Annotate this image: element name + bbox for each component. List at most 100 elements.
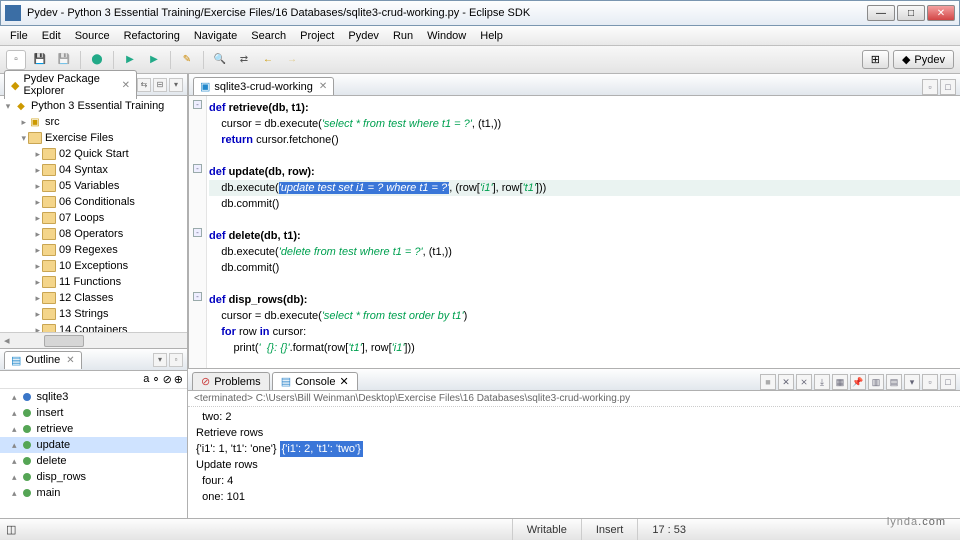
tree-item[interactable]: ▸06 Conditionals: [0, 194, 187, 210]
filter-icon[interactable]: ⚬: [151, 373, 160, 386]
debug-button[interactable]: ⬤: [87, 50, 107, 70]
menu-source[interactable]: Source: [69, 28, 116, 44]
fold-icon[interactable]: -: [193, 100, 202, 109]
view-menu-icon[interactable]: ▾: [169, 78, 183, 92]
outline-item[interactable]: ▴insert: [0, 405, 187, 421]
console-new-icon[interactable]: ▾: [904, 374, 920, 390]
tree-item[interactable]: ▸13 Strings: [0, 306, 187, 322]
run-last-button[interactable]: ▶: [144, 50, 164, 70]
window-title: Pydev - Python 3 Essential Training/Exer…: [27, 7, 530, 19]
wand-button[interactable]: ✎: [177, 50, 197, 70]
tree-item[interactable]: ▸08 Operators: [0, 226, 187, 242]
close-icon[interactable]: ✕: [319, 81, 327, 92]
problems-tab-label: Problems: [214, 376, 260, 388]
outline-min-icon[interactable]: ▫: [169, 353, 183, 367]
horizontal-scrollbar[interactable]: ◂: [0, 332, 187, 348]
problems-tab[interactable]: ⊘Problems: [192, 372, 270, 390]
console-stop-icon[interactable]: ■: [760, 374, 776, 390]
package-explorer-tab[interactable]: ◆ Pydev Package Explorer ✕: [4, 70, 137, 99]
menu-refactoring[interactable]: Refactoring: [118, 28, 186, 44]
fold-icon[interactable]: -: [193, 164, 202, 173]
nav-button[interactable]: ⇄: [234, 50, 254, 70]
close-icon[interactable]: ✕: [66, 355, 74, 366]
outline-menu-icon[interactable]: ▾: [153, 353, 167, 367]
console-tab[interactable]: ▤Console✕: [272, 372, 358, 390]
console-process-label: <terminated> C:\Users\Bill Weinman\Deskt…: [188, 391, 960, 407]
tree-item[interactable]: ▸12 Classes: [0, 290, 187, 306]
new-button[interactable]: ▫: [6, 50, 26, 70]
forward-button[interactable]: →: [282, 50, 302, 70]
collapse-all-icon[interactable]: ⇆: [137, 78, 151, 92]
link-editor-icon[interactable]: ⊟: [153, 78, 167, 92]
tree-item[interactable]: ▸10 Exceptions: [0, 258, 187, 274]
editor-max-icon[interactable]: □: [940, 79, 956, 95]
menu-file[interactable]: File: [4, 28, 34, 44]
editor-tab[interactable]: ▣ sqlite3-crud-working ✕: [193, 77, 334, 95]
menubar: File Edit Source Refactoring Navigate Se…: [0, 26, 960, 46]
run-button[interactable]: ▶: [120, 50, 140, 70]
pydev-perspective[interactable]: ◆ Pydev: [893, 50, 954, 69]
tree-item[interactable]: ▸▣src: [0, 114, 187, 130]
fold-icon[interactable]: -: [193, 228, 202, 237]
outline-list[interactable]: ▴sqlite3▴insert▴retrieve▴update▴delete▴d…: [0, 389, 187, 501]
expand-icon[interactable]: ⊕: [174, 373, 183, 386]
outline-item[interactable]: ▴disp_rows: [0, 469, 187, 485]
package-explorer-tree[interactable]: ▾◆Python 3 Essential Training▸▣src▾Exerc…: [0, 96, 187, 332]
outline-item[interactable]: ▴retrieve: [0, 421, 187, 437]
outline-item[interactable]: ▴delete: [0, 453, 187, 469]
menu-window[interactable]: Window: [421, 28, 472, 44]
fold-icon[interactable]: -: [193, 292, 202, 301]
tree-item[interactable]: ▸05 Variables: [0, 178, 187, 194]
search-button[interactable]: 🔍: [210, 50, 230, 70]
maximize-button[interactable]: □: [897, 5, 925, 21]
menu-edit[interactable]: Edit: [36, 28, 67, 44]
console-tab-label: Console: [295, 376, 335, 388]
tree-item[interactable]: ▸09 Regexes: [0, 242, 187, 258]
menu-search[interactable]: Search: [245, 28, 292, 44]
console-pin-icon[interactable]: 📌: [850, 374, 866, 390]
editor-min-icon[interactable]: ▫: [922, 79, 938, 95]
console-remove-icon[interactable]: ✕: [778, 374, 794, 390]
back-button[interactable]: ←: [258, 50, 278, 70]
bottom-tabbar: ⊘Problems ▤Console✕ ■ ✕ ⨯ ⤓ ▦ 📌 ▥ ▤ ▾ ▫ …: [188, 369, 960, 391]
console-output[interactable]: two: 2 Retrieve rows {'i1': 1, 't1': 'on…: [188, 407, 960, 518]
close-button[interactable]: ✕: [927, 5, 955, 21]
tree-item[interactable]: ▸04 Syntax: [0, 162, 187, 178]
window-titlebar: Pydev - Python 3 Essential Training/Exer…: [0, 0, 960, 26]
menu-pydev[interactable]: Pydev: [342, 28, 385, 44]
sort-icon[interactable]: a: [143, 373, 149, 386]
perspective-label: Pydev: [914, 54, 945, 66]
hide-icon[interactable]: ⊘: [163, 373, 172, 386]
menu-help[interactable]: Help: [474, 28, 509, 44]
tree-item[interactable]: ▸14 Containers: [0, 322, 187, 332]
open-perspective-button[interactable]: ⊞: [862, 50, 889, 69]
save-all-button[interactable]: 💾: [54, 50, 74, 70]
outline-item[interactable]: ▴update: [0, 437, 187, 453]
outline-tab[interactable]: ▤ Outline ✕: [4, 351, 82, 369]
console-removeall-icon[interactable]: ⨯: [796, 374, 812, 390]
console-max-icon[interactable]: □: [940, 374, 956, 390]
save-button[interactable]: 💾: [30, 50, 50, 70]
console-scroll-icon[interactable]: ⤓: [814, 374, 830, 390]
console-open-icon[interactable]: ▤: [886, 374, 902, 390]
tree-item[interactable]: ▸07 Loops: [0, 210, 187, 226]
console-min-icon[interactable]: ▫: [922, 374, 938, 390]
outline-item[interactable]: ▴main: [0, 485, 187, 501]
console-display-icon[interactable]: ▥: [868, 374, 884, 390]
status-writable: Writable: [512, 519, 581, 540]
minimize-button[interactable]: —: [867, 5, 895, 21]
outline-item[interactable]: ▴sqlite3: [0, 389, 187, 405]
close-icon[interactable]: ✕: [122, 80, 130, 91]
console-clear-icon[interactable]: ▦: [832, 374, 848, 390]
code-editor[interactable]: - - - - def retrieve(db, t1): cursor = d…: [189, 96, 960, 368]
tree-item[interactable]: ▾Exercise Files: [0, 130, 187, 146]
close-icon[interactable]: ✕: [339, 375, 348, 388]
code-content: def retrieve(db, t1): cursor = db.execut…: [209, 100, 960, 356]
tree-item[interactable]: ▸02 Quick Start: [0, 146, 187, 162]
tree-item[interactable]: ▸11 Functions: [0, 274, 187, 290]
statusbar: ◫ Writable Insert 17 : 53: [0, 518, 960, 540]
outline-title: Outline: [25, 354, 60, 366]
menu-navigate[interactable]: Navigate: [188, 28, 243, 44]
menu-run[interactable]: Run: [387, 28, 419, 44]
menu-project[interactable]: Project: [294, 28, 340, 44]
